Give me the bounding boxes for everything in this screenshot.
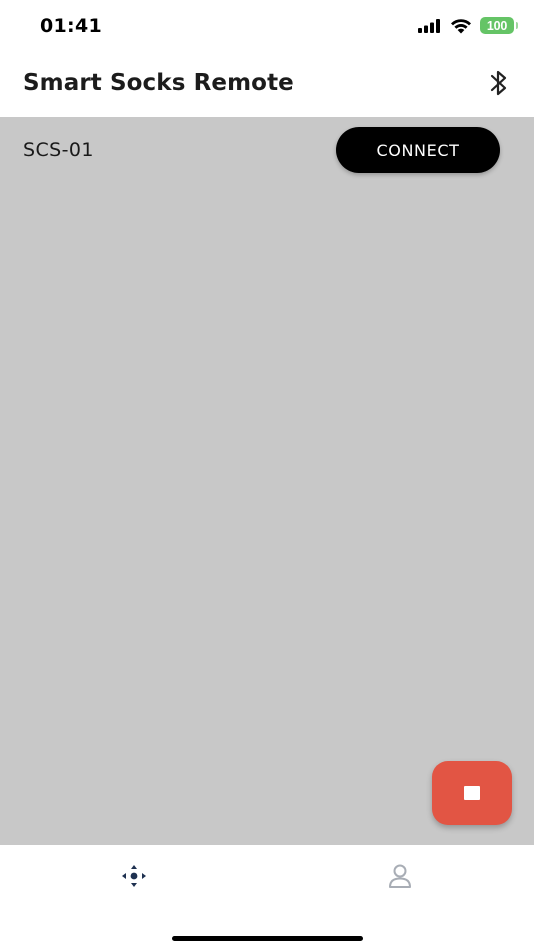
device-list-area: SCS-01 CONNECT <box>0 117 534 845</box>
connect-button[interactable]: CONNECT <box>336 127 500 173</box>
app-screen: 01:41 100 Smart Socks Remote SCS-01 CONN… <box>0 0 534 950</box>
device-name: SCS-01 <box>23 139 94 161</box>
bluetooth-icon <box>488 68 510 103</box>
status-bar: 01:41 100 <box>0 0 534 54</box>
nav-remote-tab[interactable] <box>114 862 154 894</box>
device-row: SCS-01 CONNECT <box>0 117 534 183</box>
stop-button[interactable] <box>432 761 512 825</box>
stop-icon <box>464 786 480 800</box>
status-icons: 100 <box>418 17 518 34</box>
app-header: Smart Socks Remote <box>0 54 534 117</box>
bottom-nav <box>0 845 534 950</box>
battery-level: 100 <box>486 18 508 33</box>
bluetooth-button[interactable] <box>484 69 514 101</box>
wifi-icon <box>450 18 472 34</box>
cellular-signal-icon <box>418 18 442 33</box>
profile-icon <box>387 862 413 895</box>
page-title: Smart Socks Remote <box>23 70 294 96</box>
battery-icon: 100 <box>480 17 518 34</box>
home-indicator[interactable] <box>172 936 363 941</box>
status-time: 01:41 <box>40 15 102 37</box>
nav-profile-tab[interactable] <box>380 862 420 894</box>
remote-control-icon <box>120 863 148 894</box>
